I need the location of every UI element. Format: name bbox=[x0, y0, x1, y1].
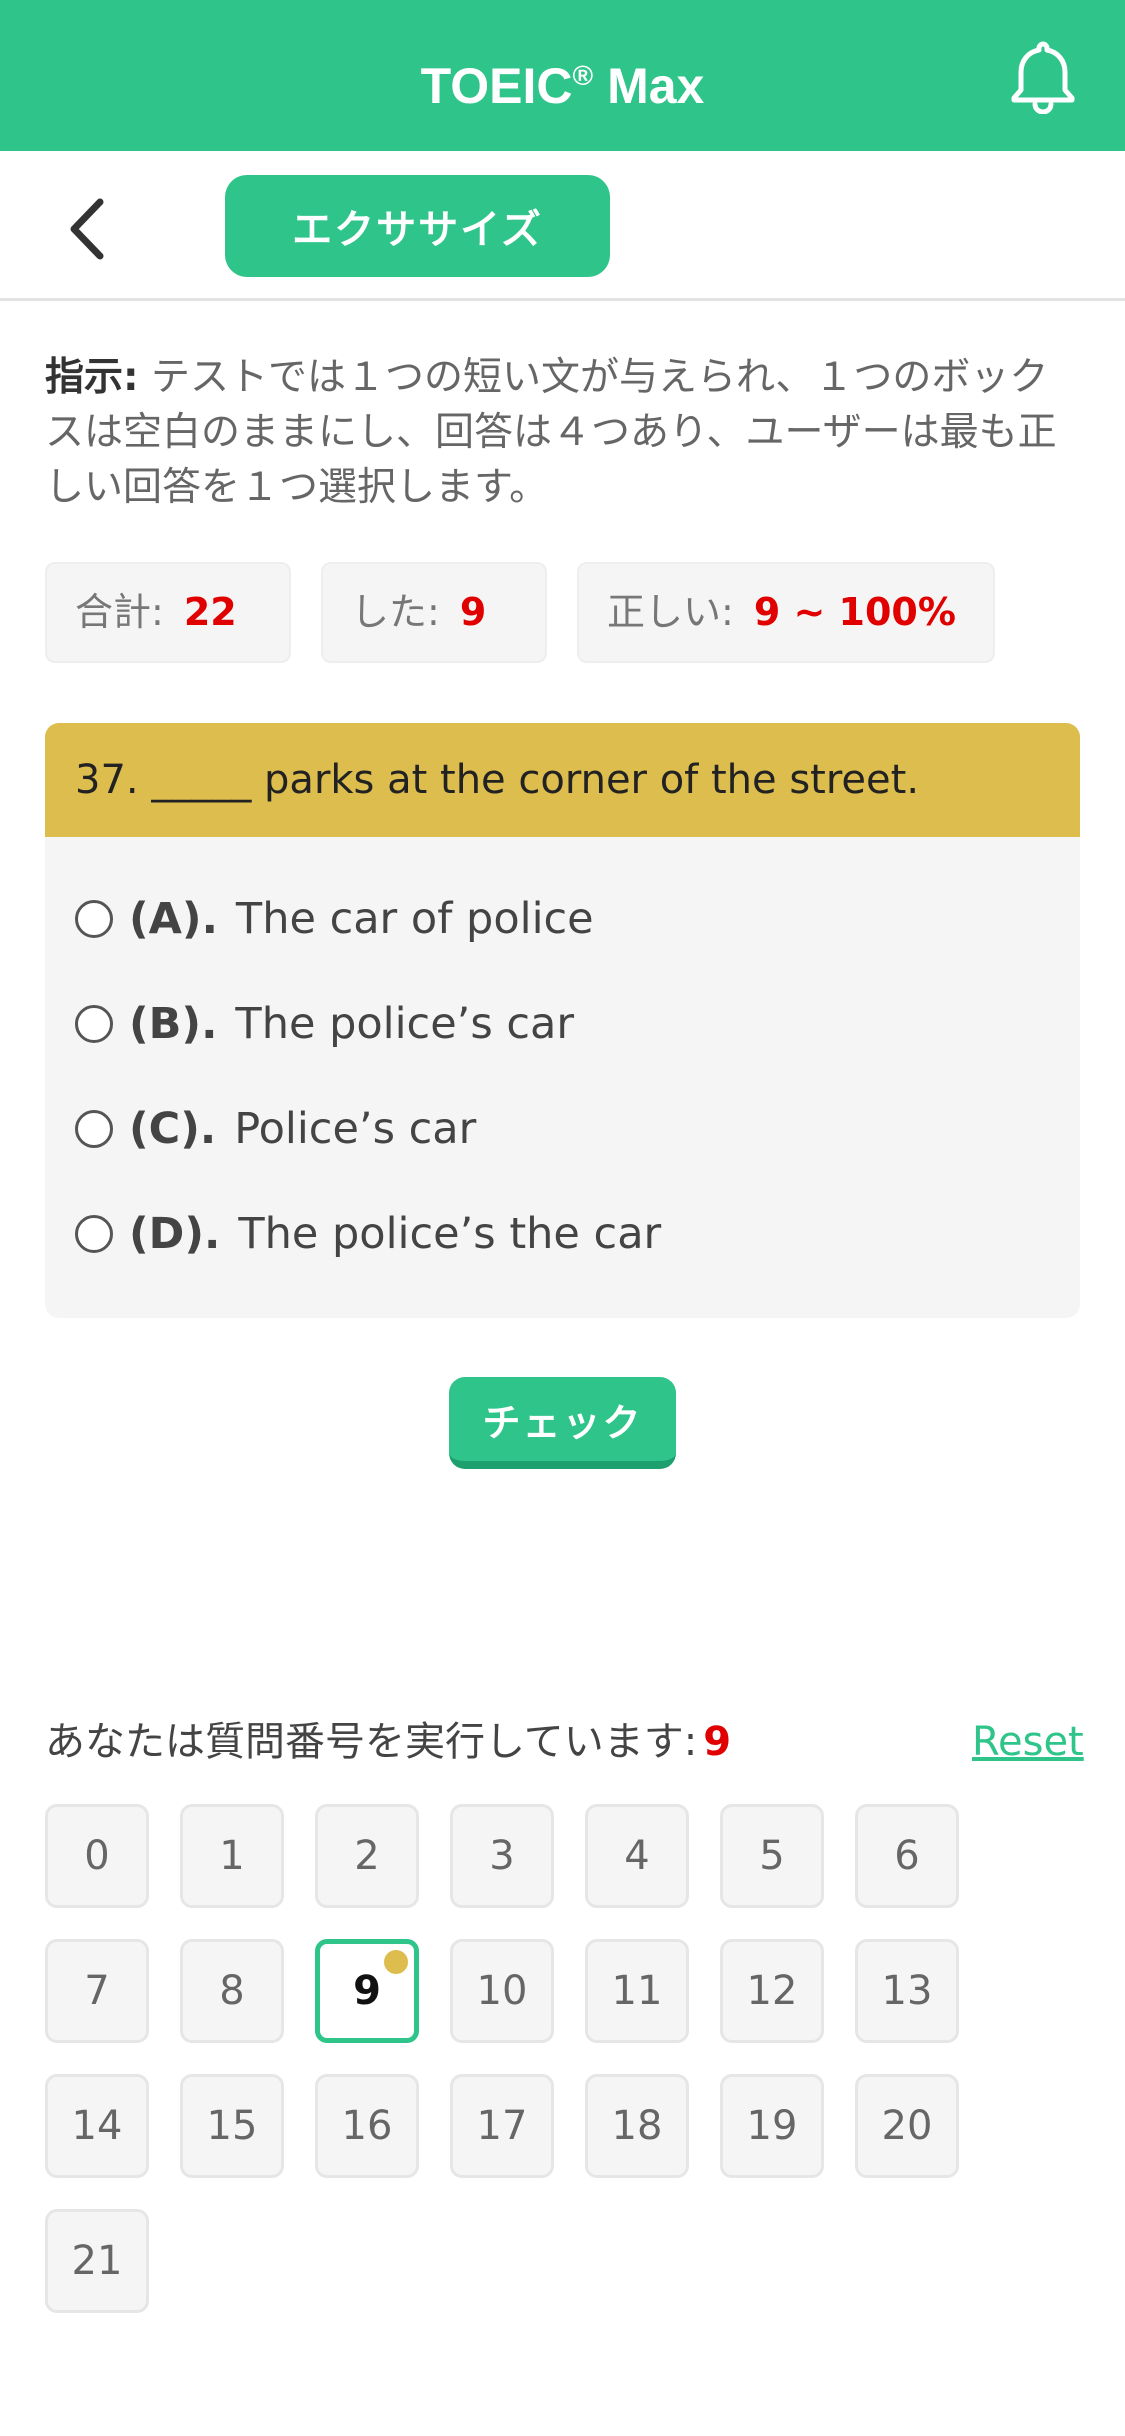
instruction-label: 指示: bbox=[45, 355, 139, 400]
question-number-button[interactable]: 16 bbox=[315, 2074, 419, 2178]
question-number-button[interactable]: 17 bbox=[450, 2074, 554, 2178]
stat-correct-label: 正しい: bbox=[607, 590, 734, 634]
stat-correct: 正しい: 9 ~ 100% bbox=[577, 562, 995, 663]
question-number-button[interactable]: 20 bbox=[855, 2074, 959, 2178]
radio-button[interactable] bbox=[75, 1110, 113, 1148]
option-letter: (A). bbox=[129, 894, 218, 944]
tab-exercise[interactable]: エクササイズ bbox=[225, 175, 610, 277]
progress-label: あなたは質問番号を実行しています: bbox=[45, 1719, 698, 1765]
app-screen: TOEIC® Max エクササイズ 指示: テストでは１つの短い文が与えられ、１… bbox=[0, 0, 1125, 2436]
app-title: TOEIC® Max bbox=[0, 0, 1125, 151]
check-button[interactable]: チェック bbox=[449, 1377, 676, 1469]
option-text: The car of police bbox=[235, 894, 594, 944]
answered-indicator-dot bbox=[384, 1950, 408, 1974]
stat-done-value: 9 bbox=[459, 590, 487, 634]
question-number-button[interactable]: 14 bbox=[45, 2074, 149, 2178]
stat-total-value: 22 bbox=[183, 590, 237, 634]
sub-navigation: エクササイズ bbox=[0, 151, 1125, 301]
question-number-button[interactable]: 21 bbox=[45, 2209, 149, 2313]
question-card: 37. _____ parks at the corner of the str… bbox=[45, 723, 1080, 1318]
question-number-button[interactable]: 19 bbox=[720, 2074, 824, 2178]
instruction-body: テストでは１つの短い文が与えられ、１つのボックスは空白のままにし、回答は４つあり… bbox=[45, 355, 1057, 510]
instruction-text: 指示: テストでは１つの短い文が与えられ、１つのボックスは空白のままにし、回答は… bbox=[45, 350, 1085, 515]
option-c[interactable]: (C). Police’s car bbox=[75, 1094, 476, 1164]
app-title-suffix: Max bbox=[593, 58, 705, 114]
option-text: Police’s car bbox=[234, 1104, 477, 1154]
question-number-button[interactable]: 18 bbox=[585, 2074, 689, 2178]
radio-button[interactable] bbox=[75, 1215, 113, 1253]
back-arrow-icon[interactable] bbox=[62, 194, 112, 264]
radio-button[interactable] bbox=[75, 900, 113, 938]
question-number-button[interactable]: 1 bbox=[180, 1804, 284, 1908]
option-a[interactable]: (A). The car of police bbox=[75, 884, 594, 954]
stat-correct-value: 9 ~ 100% bbox=[753, 590, 956, 634]
question-number-button[interactable]: 0 bbox=[45, 1804, 149, 1908]
question-number-button[interactable]: 3 bbox=[450, 1804, 554, 1908]
question-number-button[interactable]: 15 bbox=[180, 2074, 284, 2178]
option-text: The police’s car bbox=[235, 999, 575, 1049]
stat-done-label: した: bbox=[351, 590, 440, 634]
option-letter: (B). bbox=[129, 999, 218, 1049]
progress-current: 9 bbox=[703, 1719, 732, 1765]
question-number-button[interactable]: 10 bbox=[450, 1939, 554, 2043]
question-number-button[interactable]: 8 bbox=[180, 1939, 284, 2043]
option-b[interactable]: (B). The police’s car bbox=[75, 989, 574, 1059]
question-number-button[interactable]: 7 bbox=[45, 1939, 149, 2043]
option-letter: (C). bbox=[129, 1104, 217, 1154]
reset-link[interactable]: Reset bbox=[972, 1712, 1084, 1772]
app-title-main: TOEIC bbox=[420, 58, 573, 114]
app-header: TOEIC® Max bbox=[0, 0, 1125, 151]
progress-text: あなたは質問番号を実行しています: 9 bbox=[45, 1712, 731, 1772]
option-d[interactable]: (D). The police’s the car bbox=[75, 1199, 661, 1269]
stat-total-label: 合計: bbox=[75, 590, 164, 634]
stat-done: した: 9 bbox=[321, 562, 547, 663]
question-number-button[interactable]: 4 bbox=[585, 1804, 689, 1908]
app-title-mark: ® bbox=[572, 60, 594, 91]
question-text: 37. _____ parks at the corner of the str… bbox=[45, 723, 1080, 837]
question-number-button[interactable]: 5 bbox=[720, 1804, 824, 1908]
question-number-button[interactable]: 11 bbox=[585, 1939, 689, 2043]
question-number-button[interactable]: 12 bbox=[720, 1939, 824, 2043]
question-number-button[interactable]: 13 bbox=[855, 1939, 959, 2043]
stat-total: 合計: 22 bbox=[45, 562, 291, 663]
bell-icon[interactable] bbox=[1008, 38, 1078, 115]
option-letter: (D). bbox=[129, 1209, 221, 1259]
question-number-button[interactable]: 6 bbox=[855, 1804, 959, 1908]
radio-button[interactable] bbox=[75, 1005, 113, 1043]
question-number-button-current[interactable]: 9 bbox=[315, 1939, 419, 2043]
question-number-label: 9 bbox=[353, 1968, 381, 2014]
option-text: The police’s the car bbox=[238, 1209, 662, 1259]
question-number-button[interactable]: 2 bbox=[315, 1804, 419, 1908]
